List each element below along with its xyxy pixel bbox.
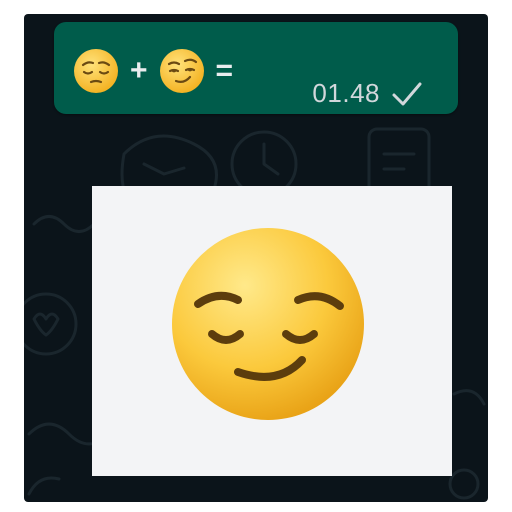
equals-operator: = xyxy=(215,54,234,87)
message-meta: 01.48 xyxy=(312,78,424,109)
message-time: 01.48 xyxy=(312,78,380,108)
message-content: + = xyxy=(72,46,233,96)
image-attachment[interactable] xyxy=(92,186,452,476)
single-check-icon xyxy=(392,82,422,105)
plus-operator: + xyxy=(130,54,148,87)
smirking-face-icon xyxy=(159,49,204,93)
message-bubble[interactable]: + = 01.48 xyxy=(54,22,458,114)
pensive-face-icon xyxy=(74,49,118,93)
screenshot-frame: + = 01.48 xyxy=(0,0,512,512)
chat-wallpaper: + = 01.48 xyxy=(24,14,488,502)
relieved-smirk-face-icon xyxy=(172,228,364,420)
